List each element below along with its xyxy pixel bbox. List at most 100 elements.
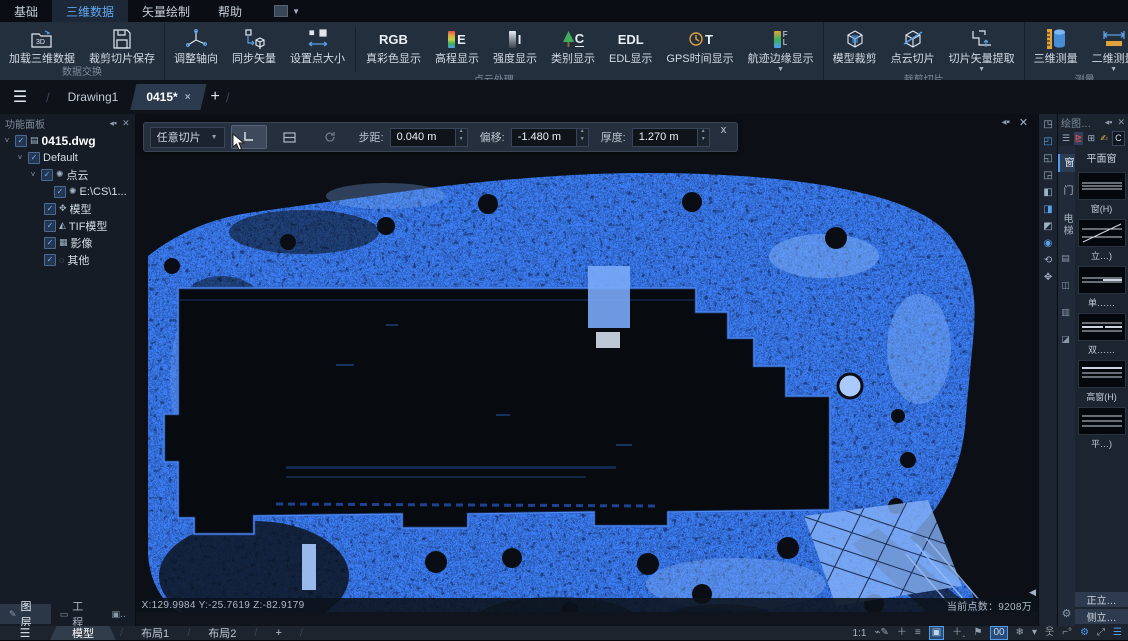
category-tab-annotation-icon[interactable]: ▥ — [1061, 304, 1072, 321]
close-tab-icon[interactable]: × — [185, 92, 191, 103]
set-point-size-button[interactable]: 设置点大小 — [283, 25, 352, 66]
tree-item-file[interactable]: ✓ ✺ E:\CS\1... — [0, 183, 135, 200]
pin-icon[interactable]: ◂▪ — [1001, 117, 1010, 128]
slice-vector-extract-button[interactable]: 切片矢量提取 ▼ — [942, 25, 1022, 74]
tree-item-tif-model[interactable]: ✓ ◭ TIF模型 — [0, 217, 135, 234]
tree-item-dwg[interactable]: ˅ ✓ ▤ 0415.dwg — [0, 132, 135, 149]
menu-help[interactable]: 帮助 — [204, 0, 256, 22]
close-viewport-icon[interactable]: ✕ — [1019, 116, 1028, 129]
category-tab-door[interactable]: 门 — [1059, 182, 1074, 200]
close-slice-toolbar-button[interactable]: x — [716, 124, 732, 136]
link-icon[interactable]: ⌐° — [1062, 627, 1072, 639]
eye-icon[interactable]: ◉ — [1041, 237, 1056, 251]
expand-arrow-icon[interactable]: ˅ — [28, 170, 38, 179]
symbol-thumb-double[interactable] — [1078, 313, 1126, 341]
sync-vector-button[interactable]: 同步矢量 — [225, 25, 283, 66]
thickness-spinner[interactable]: ▲▼ — [697, 128, 710, 147]
checkbox[interactable]: ✓ — [54, 186, 66, 198]
symbol-thumb-elevation[interactable] — [1078, 219, 1126, 247]
edl-display-button[interactable]: EDL EDL显示 — [602, 25, 659, 66]
measure-3d-button[interactable]: 三维测量 — [1027, 25, 1085, 66]
save-crop-slice-button[interactable]: 裁剪切片保存 — [82, 25, 162, 66]
class-display-button[interactable]: C 类别显示 — [544, 25, 602, 66]
list-item-front-elevation[interactable]: 正立… — [1075, 592, 1128, 607]
view-left-icon[interactable]: ◧ — [1041, 186, 1056, 200]
quick-access-toolbar[interactable]: ▼ — [274, 0, 300, 22]
trajectory-edge-display-button[interactable]: FL 航迹边缘显示 ▼ — [741, 25, 821, 74]
pin-icon[interactable]: ◂▪ — [109, 118, 117, 129]
tree-item-pointcloud[interactable]: ˅ ✓ ✺ 点云 — [0, 166, 135, 183]
draw-slice-line-button[interactable] — [231, 125, 267, 149]
category-tab-window[interactable]: 窗 — [1058, 154, 1075, 172]
list-item-side-elevation[interactable]: 侧立… — [1075, 609, 1128, 624]
list-view-icon[interactable]: ☰ — [1061, 132, 1071, 145]
hamburger-menu-icon[interactable]: ☰ — [0, 87, 40, 107]
user-icon[interactable]: 웃 — [1045, 627, 1054, 639]
category-tab-wall-icon[interactable]: ◫ — [1061, 277, 1072, 294]
hamburger-menu-icon[interactable]: ☰ — [0, 626, 50, 640]
snap-icon[interactable]: ＋ — [897, 627, 907, 639]
checkbox[interactable]: ✓ — [44, 237, 56, 249]
checkbox[interactable]: ✓ — [44, 220, 56, 232]
add-layout-button[interactable]: + — [261, 626, 295, 640]
rgb-display-button[interactable]: RGB 真彩色显示 — [359, 25, 428, 66]
measure-2d-button[interactable]: 二维测量 ▼ — [1085, 25, 1128, 74]
pin-icon[interactable]: ◂▪ — [1105, 117, 1113, 128]
checkbox[interactable]: ✓ — [15, 135, 27, 147]
pointcloud-slice-button[interactable]: 点云切片 — [884, 25, 942, 66]
tree-item-default[interactable]: ˅ ✓ Default — [0, 149, 135, 166]
intensity-display-button[interactable]: I 强度显示 — [486, 25, 544, 66]
tab-model[interactable]: 模型 — [50, 626, 116, 640]
filter-input[interactable]: C — [1112, 131, 1125, 146]
menu-vector-draw[interactable]: 矢量绘制 — [128, 0, 204, 22]
slice-mode-dropdown[interactable]: 任意切片 ▼ — [150, 127, 225, 148]
checkbox[interactable]: ✓ — [44, 203, 56, 215]
doc-tab-drawing1[interactable]: Drawing1 — [56, 86, 131, 108]
adjust-axis-button[interactable]: 调整轴向 — [167, 25, 225, 66]
fullscreen-icon[interactable]: ⤢ — [1097, 627, 1105, 639]
load-3d-data-button[interactable]: 3D 加载三维数据 — [2, 25, 82, 66]
pan-view-icon[interactable]: ✥ — [1041, 271, 1056, 285]
expand-arrow-icon[interactable]: ˅ — [15, 153, 25, 162]
tab-project[interactable]: ▭工程 — [51, 604, 103, 624]
symbol-thumb-single[interactable] — [1078, 266, 1126, 294]
gear-icon[interactable]: ⚙ — [1062, 607, 1072, 620]
tab-layout1[interactable]: 布局1 — [127, 626, 183, 640]
horizontal-slice-button[interactable] — [273, 126, 307, 148]
menu-3d-data[interactable]: 三维数据 — [52, 0, 128, 22]
view-front-icon[interactable]: ◱ — [1041, 152, 1056, 166]
offset-value[interactable]: -1.480 m — [511, 128, 576, 147]
thickness-value[interactable]: 1.270 m — [632, 128, 697, 147]
dynamic-input-icon[interactable]: ⌁✎ — [874, 627, 888, 639]
tree-item-other[interactable]: ✓ ◌ 其他 — [0, 251, 135, 268]
tree-item-model[interactable]: ✓ ✥ 模型 — [0, 200, 135, 217]
tab-layers[interactable]: ✎图层 — [0, 604, 51, 624]
category-tab-elevator[interactable]: 电梯 — [1059, 210, 1074, 240]
collapse-right-panel-arrow[interactable]: ◀ — [1029, 587, 1036, 598]
menu-basic[interactable]: 基础 — [0, 0, 52, 22]
gear-icon[interactable]: ⚙ — [1080, 627, 1089, 639]
checkbox[interactable]: ✓ — [44, 254, 56, 266]
checkbox[interactable]: ✓ — [41, 169, 53, 181]
coords-display-icon[interactable]: 00 — [990, 626, 1007, 640]
viewport-3d[interactable]: 任意切片 ▼ 步距: 0.040 m ▲▼ 偏移: — [136, 114, 1038, 626]
checkbox[interactable]: ✓ — [28, 152, 40, 164]
elevation-display-button[interactable]: E 高程显示 — [428, 25, 486, 66]
tab-layout2[interactable]: 布局2 — [194, 626, 250, 640]
category-tab-stairs-icon[interactable]: ▤ — [1061, 250, 1072, 267]
symbol-thumb-high-window[interactable] — [1078, 360, 1126, 388]
tab-more[interactable]: ▣‥ — [102, 604, 135, 624]
symbol-thumb-flat[interactable] — [1078, 407, 1126, 435]
polar-tracking-icon[interactable]: ＋˰ — [952, 627, 965, 639]
isodraft-icon[interactable]: ❄ — [1016, 627, 1024, 639]
close-panel-icon[interactable]: ✕ — [1117, 117, 1125, 128]
symbol-thumb-window-h[interactable] — [1078, 172, 1126, 200]
model-crop-button[interactable]: 模型裁剪 — [826, 25, 884, 66]
gps-time-display-button[interactable]: T GPS时间显示 — [659, 25, 740, 66]
view-perspective-icon[interactable]: ◩ — [1041, 220, 1056, 234]
close-panel-icon[interactable]: ✕ — [122, 118, 130, 129]
legend-icon[interactable]: ⊵ — [1074, 132, 1084, 145]
reset-slice-button[interactable] — [313, 126, 347, 148]
rotate-view-icon[interactable]: ⟲ — [1041, 254, 1056, 268]
step-spinner[interactable]: ▲▼ — [455, 128, 468, 147]
